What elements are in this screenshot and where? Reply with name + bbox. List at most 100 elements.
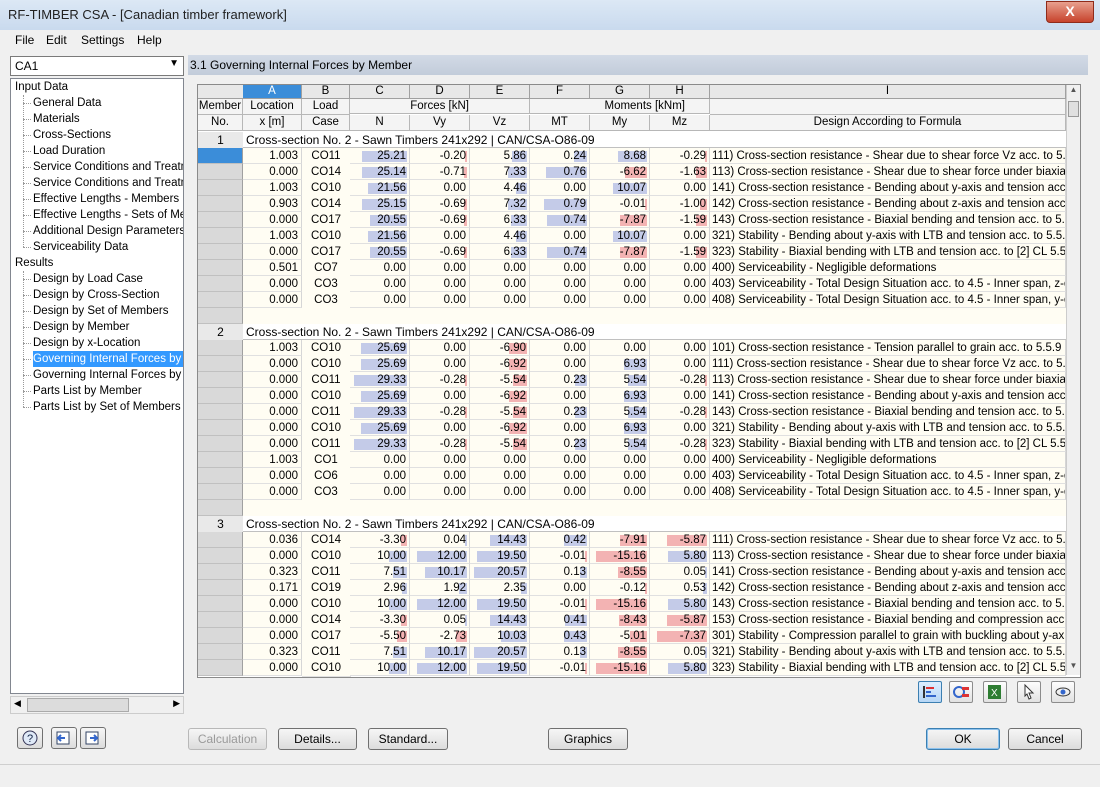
table-cell[interactable]: 0.00 — [470, 452, 530, 468]
table-cell[interactable]: CO10 — [302, 228, 351, 245]
table-cell[interactable]: -7.87 — [590, 244, 650, 260]
table-cell[interactable]: 0.00 — [590, 260, 650, 276]
table-cell[interactable]: 19.50 — [470, 660, 530, 676]
table-cell[interactable]: CO10 — [302, 660, 351, 677]
table-cell[interactable]: 0.13 — [530, 644, 590, 660]
table-cell[interactable]: 0.00 — [410, 260, 470, 276]
table-cell[interactable]: -1.59 — [650, 244, 710, 260]
table-cell[interactable]: 321) Stability - Bending about y-axis wi… — [710, 644, 1066, 660]
case-selector[interactable]: CA1 ▼ — [10, 56, 184, 76]
table-cell[interactable]: 8.68 — [590, 148, 650, 164]
table-cell[interactable]: CO11 — [302, 404, 351, 421]
table-cell[interactable]: 0.00 — [590, 468, 650, 484]
table-cell[interactable]: -5.01 — [590, 628, 650, 644]
table-cell[interactable]: 1.003 — [243, 340, 302, 356]
table-cell[interactable]: 2.96 — [350, 580, 410, 596]
column-letter-h[interactable]: H — [650, 85, 710, 99]
tree-item-input[interactable]: Effective Lengths - Sets of Mer — [33, 207, 183, 223]
table-cell[interactable]: 0.00 — [350, 292, 410, 308]
row-header[interactable] — [198, 388, 243, 404]
help-button[interactable]: ? — [17, 727, 43, 749]
table-cell[interactable]: 1.003 — [243, 148, 302, 164]
table-cell[interactable]: -1.00 — [650, 196, 710, 212]
close-button[interactable]: X — [1046, 1, 1094, 23]
row-header[interactable] — [198, 564, 243, 580]
table-cell[interactable]: 0.00 — [530, 420, 590, 436]
table-cell[interactable]: 0.000 — [243, 548, 302, 564]
table-cell[interactable]: 0.00 — [410, 420, 470, 436]
row-header[interactable] — [198, 580, 243, 596]
table-cell[interactable]: 0.000 — [243, 388, 302, 404]
scroll-down-icon[interactable]: ▼ — [1067, 661, 1080, 675]
table-cell[interactable]: 0.000 — [243, 468, 302, 484]
column-letter-i[interactable]: I — [710, 85, 1066, 99]
table-cell[interactable]: 323) Stability - Biaxial bending with LT… — [710, 660, 1066, 676]
table-cell[interactable]: 20.57 — [470, 644, 530, 660]
view-icon[interactable] — [1051, 681, 1075, 703]
tree-horizontal-scrollbar[interactable]: ◀ ▶ — [10, 696, 184, 714]
table-cell[interactable]: 1.92 — [410, 580, 470, 596]
table-cell[interactable]: -0.01 — [530, 548, 590, 564]
table-cell[interactable]: -5.87 — [650, 532, 710, 548]
table-cell[interactable]: 0.00 — [530, 292, 590, 308]
table-cell[interactable]: -0.20 — [410, 148, 470, 164]
tree-item-results[interactable]: Governing Internal Forces by S — [33, 367, 183, 383]
table-cell[interactable]: 143) Cross-section resistance - Biaxial … — [710, 596, 1066, 612]
table-cell[interactable]: 19.50 — [470, 596, 530, 612]
table-cell[interactable]: 0.000 — [243, 356, 302, 372]
table-cell[interactable]: 323) Stability - Biaxial bending with LT… — [710, 436, 1066, 452]
table-cell[interactable]: 0.00 — [410, 388, 470, 404]
details-button[interactable]: Details... — [278, 728, 357, 750]
ok-button[interactable]: OK — [926, 728, 1000, 750]
table-cell[interactable]: 0.323 — [243, 644, 302, 660]
tree-item-results[interactable]: Design by Member — [33, 319, 130, 335]
table-cell[interactable]: 0.00 — [650, 388, 710, 404]
table-cell[interactable]: 0.00 — [350, 452, 410, 468]
table-cell[interactable]: -0.29 — [650, 148, 710, 164]
table-cell[interactable]: 0.42 — [530, 532, 590, 548]
table-cell[interactable]: -8.43 — [590, 612, 650, 628]
table-cell[interactable]: -6.92 — [470, 388, 530, 404]
table-cell[interactable]: 113) Cross-section resistance - Shear du… — [710, 372, 1066, 388]
table-cell[interactable]: 113) Cross-section resistance - Shear du… — [710, 164, 1066, 180]
filter-icon[interactable] — [949, 681, 973, 703]
import-icon[interactable] — [51, 727, 77, 749]
table-cell[interactable]: CO3 — [302, 276, 351, 293]
table-cell[interactable]: 0.00 — [590, 452, 650, 468]
table-cell[interactable]: 0.00 — [650, 260, 710, 276]
table-cell[interactable]: -0.12 — [590, 580, 650, 596]
table-cell[interactable]: 323) Stability - Biaxial bending with LT… — [710, 244, 1066, 260]
table-cell[interactable]: 0.43 — [530, 628, 590, 644]
row-header[interactable] — [198, 484, 243, 500]
table-cell[interactable]: 0.00 — [530, 388, 590, 404]
tree-item-results[interactable]: Parts List by Member — [33, 383, 142, 399]
table-cell[interactable]: 14.43 — [470, 532, 530, 548]
graphics-button[interactable]: Graphics — [548, 728, 628, 750]
row-header[interactable] — [198, 180, 243, 196]
table-cell[interactable]: 0.05 — [410, 612, 470, 628]
table-cell[interactable]: CO10 — [302, 356, 351, 373]
row-header[interactable] — [198, 404, 243, 420]
table-cell[interactable]: 0.00 — [530, 276, 590, 292]
table-cell[interactable]: -1.59 — [650, 212, 710, 228]
table-cell[interactable]: 2.35 — [470, 580, 530, 596]
table-cell[interactable]: CO14 — [302, 164, 351, 181]
table-cell[interactable]: 0.000 — [243, 420, 302, 436]
row-header[interactable] — [198, 228, 243, 244]
menu-file[interactable]: File — [15, 33, 34, 47]
table-cell[interactable]: 111) Cross-section resistance - Shear du… — [710, 532, 1066, 548]
member-number[interactable]: 2 — [198, 324, 244, 341]
table-vertical-scrollbar[interactable]: ▲ ▼ — [1066, 85, 1080, 675]
table-cell[interactable]: 0.76 — [530, 164, 590, 180]
tree-item-input[interactable]: Service Conditions and Treatme — [33, 159, 183, 175]
table-cell[interactable]: 0.00 — [530, 580, 590, 596]
scroll-right-icon[interactable]: ▶ — [173, 698, 180, 709]
row-header[interactable] — [198, 340, 243, 356]
menu-help[interactable]: Help — [137, 33, 162, 47]
table-cell[interactable]: 0.00 — [650, 276, 710, 292]
table-cell[interactable]: -7.37 — [650, 628, 710, 644]
row-header[interactable] — [198, 612, 243, 628]
table-cell[interactable]: 0.00 — [470, 276, 530, 292]
row-header[interactable] — [198, 660, 243, 676]
table-cell[interactable]: CO10 — [302, 180, 351, 197]
